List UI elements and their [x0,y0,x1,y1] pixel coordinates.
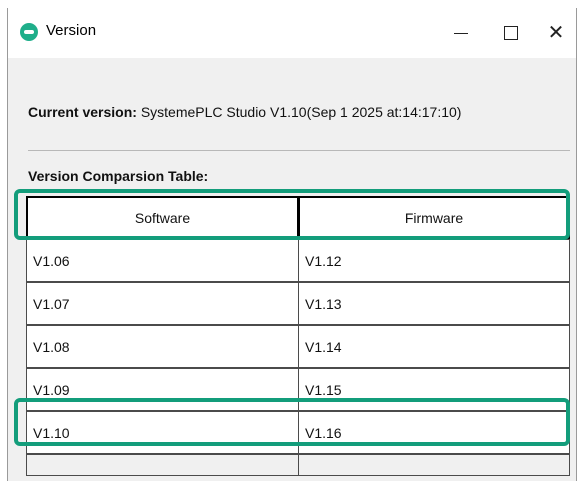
empty-cell [298,454,570,476]
software-cell[interactable]: V1.09 [26,368,299,411]
firmware-cell[interactable]: V1.16 [298,411,570,454]
firmware-cell[interactable]: V1.14 [298,325,570,368]
separator [28,150,570,151]
table-row[interactable]: V1.06 V1.12 [26,239,571,283]
version-table: Software Firmware V1.06 V1.12 V1.07 V1.1… [26,196,571,498]
window-title: Version [46,22,97,39]
current-version-line: Current version: SystemePLC Studio V1.10… [28,104,461,120]
dialog-content: Current version: SystemePLC Studio V1.10… [8,58,576,481]
title-bar[interactable]: Version ✕ [8,8,576,58]
table-row[interactable]: V1.08 V1.14 [26,325,571,369]
app-logo-icon [20,23,38,41]
table-header-row: Software Firmware [26,196,571,240]
maximize-icon [504,26,518,40]
close-button[interactable]: ✕ [533,8,579,58]
software-cell[interactable]: V1.06 [26,239,299,282]
empty-cell [26,454,299,476]
table-row[interactable]: V1.10 V1.16 [26,411,571,455]
firmware-cell[interactable]: V1.13 [298,282,570,325]
minimize-icon [454,32,468,34]
close-icon: ✕ [547,22,565,44]
firmware-cell[interactable]: V1.12 [298,239,570,282]
table-row[interactable]: V1.07 V1.13 [26,282,571,326]
table-row[interactable]: V1.09 V1.15 [26,368,571,412]
table-caption: Version Comparsion Table: [28,168,209,184]
software-cell[interactable]: V1.07 [26,282,299,325]
header-firmware[interactable]: Firmware [298,196,570,239]
table-empty-row [26,454,571,498]
current-version-label: Current version: [28,104,137,120]
software-cell[interactable]: V1.08 [26,325,299,368]
maximize-button[interactable] [488,8,534,58]
current-version-value: SystemePLC Studio V1.10(Sep 1 2025 at:14… [140,104,462,120]
software-cell[interactable]: V1.10 [26,411,299,454]
header-software[interactable]: Software [26,196,299,239]
minimize-button[interactable] [438,8,484,58]
firmware-cell[interactable]: V1.15 [298,368,570,411]
version-dialog: Version ✕ Current version: SystemePLC St… [7,8,577,481]
